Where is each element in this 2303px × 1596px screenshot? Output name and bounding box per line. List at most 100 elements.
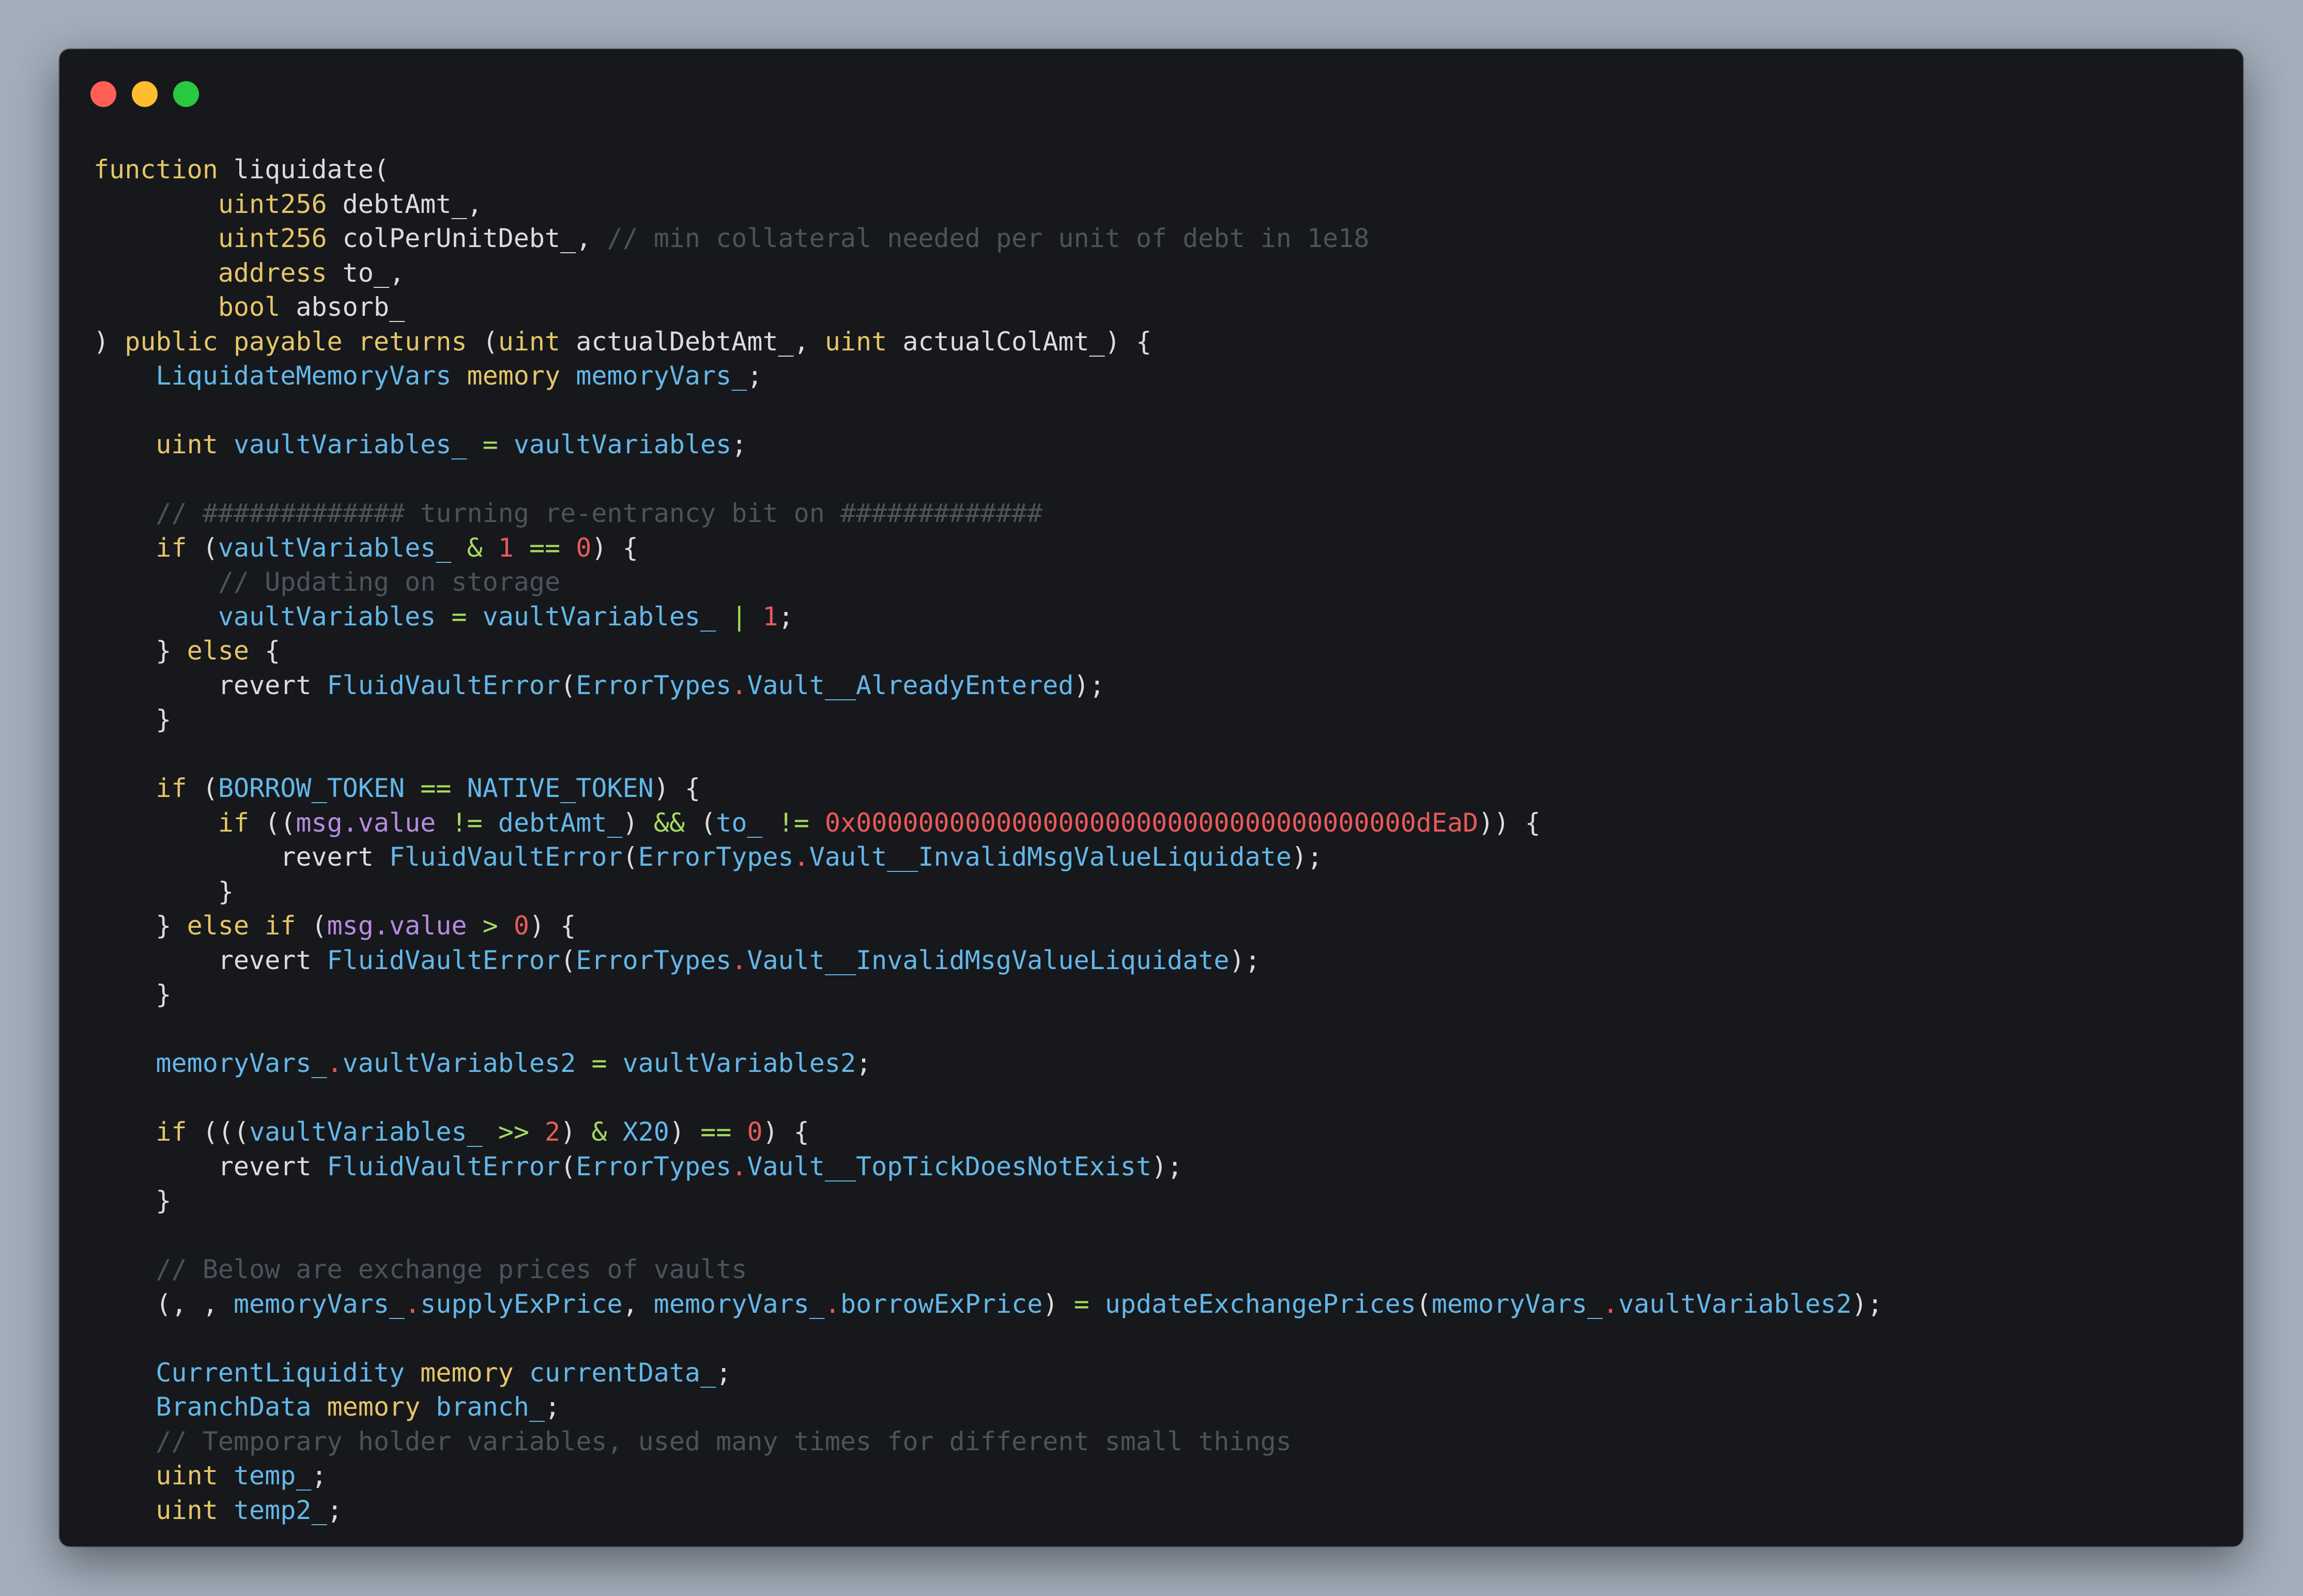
code-token: ((( (187, 1117, 250, 1147)
code-token: uint256 (218, 223, 327, 253)
code-token: ) (669, 1117, 701, 1147)
code-token: BranchData (156, 1392, 312, 1422)
code-token: ; (311, 1461, 327, 1491)
code-token: FluidVaultError (327, 1151, 561, 1181)
code-token: address (218, 257, 327, 288)
code-token: // min collateral needed per unit of deb… (607, 223, 1370, 253)
code-token: , (622, 1288, 654, 1319)
code-token: bool (218, 292, 281, 322)
code-token: ); (1152, 1151, 1183, 1181)
code-token: ); (1229, 945, 1261, 975)
code-token: memoryVars_ (1431, 1288, 1603, 1319)
code-token: = (1073, 1288, 1089, 1319)
code-line: } else if (msg.value > 0) { (94, 909, 1883, 943)
code-token: vaultVariables_ (482, 601, 716, 632)
code-token: . (793, 842, 809, 872)
code-token: == (420, 773, 452, 803)
code-token: NATIVE_TOKEN (467, 773, 654, 803)
close-button[interactable] (90, 81, 116, 107)
code-token: colPerUnitDebt_, (327, 223, 607, 253)
code-token: ); (1073, 670, 1105, 700)
code-token: debtAmt_, (327, 189, 483, 219)
code-token: public payable returns (125, 326, 467, 357)
code-line: uint temp2_; (94, 1493, 1883, 1528)
code-token: ( (560, 670, 576, 700)
zoom-button[interactable] (173, 81, 199, 107)
code-line: LiquidateMemoryVars memory memoryVars_; (94, 359, 1883, 393)
code-token: actualDebtAmt_, (560, 326, 825, 357)
code-token: & (591, 1117, 607, 1147)
code-line: function liquidate( (94, 152, 1883, 187)
code-token: Vault__AlreadyEntered (747, 670, 1074, 700)
code-token: ; (731, 429, 747, 459)
code-token: uint (156, 429, 218, 459)
code-line: BranchData memory branch_; (94, 1390, 1883, 1424)
code-token: msg.value (327, 911, 467, 941)
code-token: actualColAmt_) { (887, 326, 1152, 357)
code-token: { (249, 636, 281, 666)
code-token: msg.value (296, 807, 436, 838)
code-token: LiquidateMemoryVars (156, 361, 452, 391)
code-token: // Updating on storage (218, 567, 561, 597)
code-token: = (591, 1048, 607, 1078)
code-token: uint (824, 326, 887, 357)
code-token: . (1603, 1288, 1619, 1319)
code-line: } (94, 874, 1883, 909)
code-token: else if (187, 911, 296, 941)
code-line: if ((msg.value != debtAmt_) && (to_ != 0… (94, 806, 1883, 840)
code-token: memory (467, 361, 561, 391)
code-token: absorb_ (280, 292, 405, 322)
code-line: } (94, 702, 1883, 737)
code-token: ; (545, 1392, 561, 1422)
code-line: } (94, 1184, 1883, 1218)
code-token: if (156, 773, 187, 803)
code-token: ErrorTypes (576, 945, 732, 975)
code-token: borrowExPrice (840, 1288, 1043, 1319)
code-token: ( (187, 532, 218, 563)
code-token: ; (856, 1048, 872, 1078)
code-token: = (482, 429, 498, 459)
code-token: memoryVars_ (156, 1048, 327, 1078)
code-token: (, , (94, 1288, 234, 1319)
code-token: ) { (591, 532, 638, 563)
code-token: BORROW_TOKEN (218, 773, 405, 803)
code-token: ) { (762, 1117, 809, 1147)
code-token: == (529, 532, 561, 563)
code-token: ErrorTypes (638, 842, 794, 872)
code-token: // Below are exchange prices of vaults (156, 1254, 747, 1284)
code-token: uint256 (218, 189, 327, 219)
minimize-button[interactable] (132, 81, 158, 107)
code-line: } else { (94, 634, 1883, 668)
code-token: >> (498, 1117, 529, 1147)
code-token: ) (1042, 1288, 1074, 1319)
code-line: // Below are exchange prices of vaults (94, 1252, 1883, 1287)
code-token: . (731, 945, 747, 975)
code-token: } (94, 704, 172, 734)
